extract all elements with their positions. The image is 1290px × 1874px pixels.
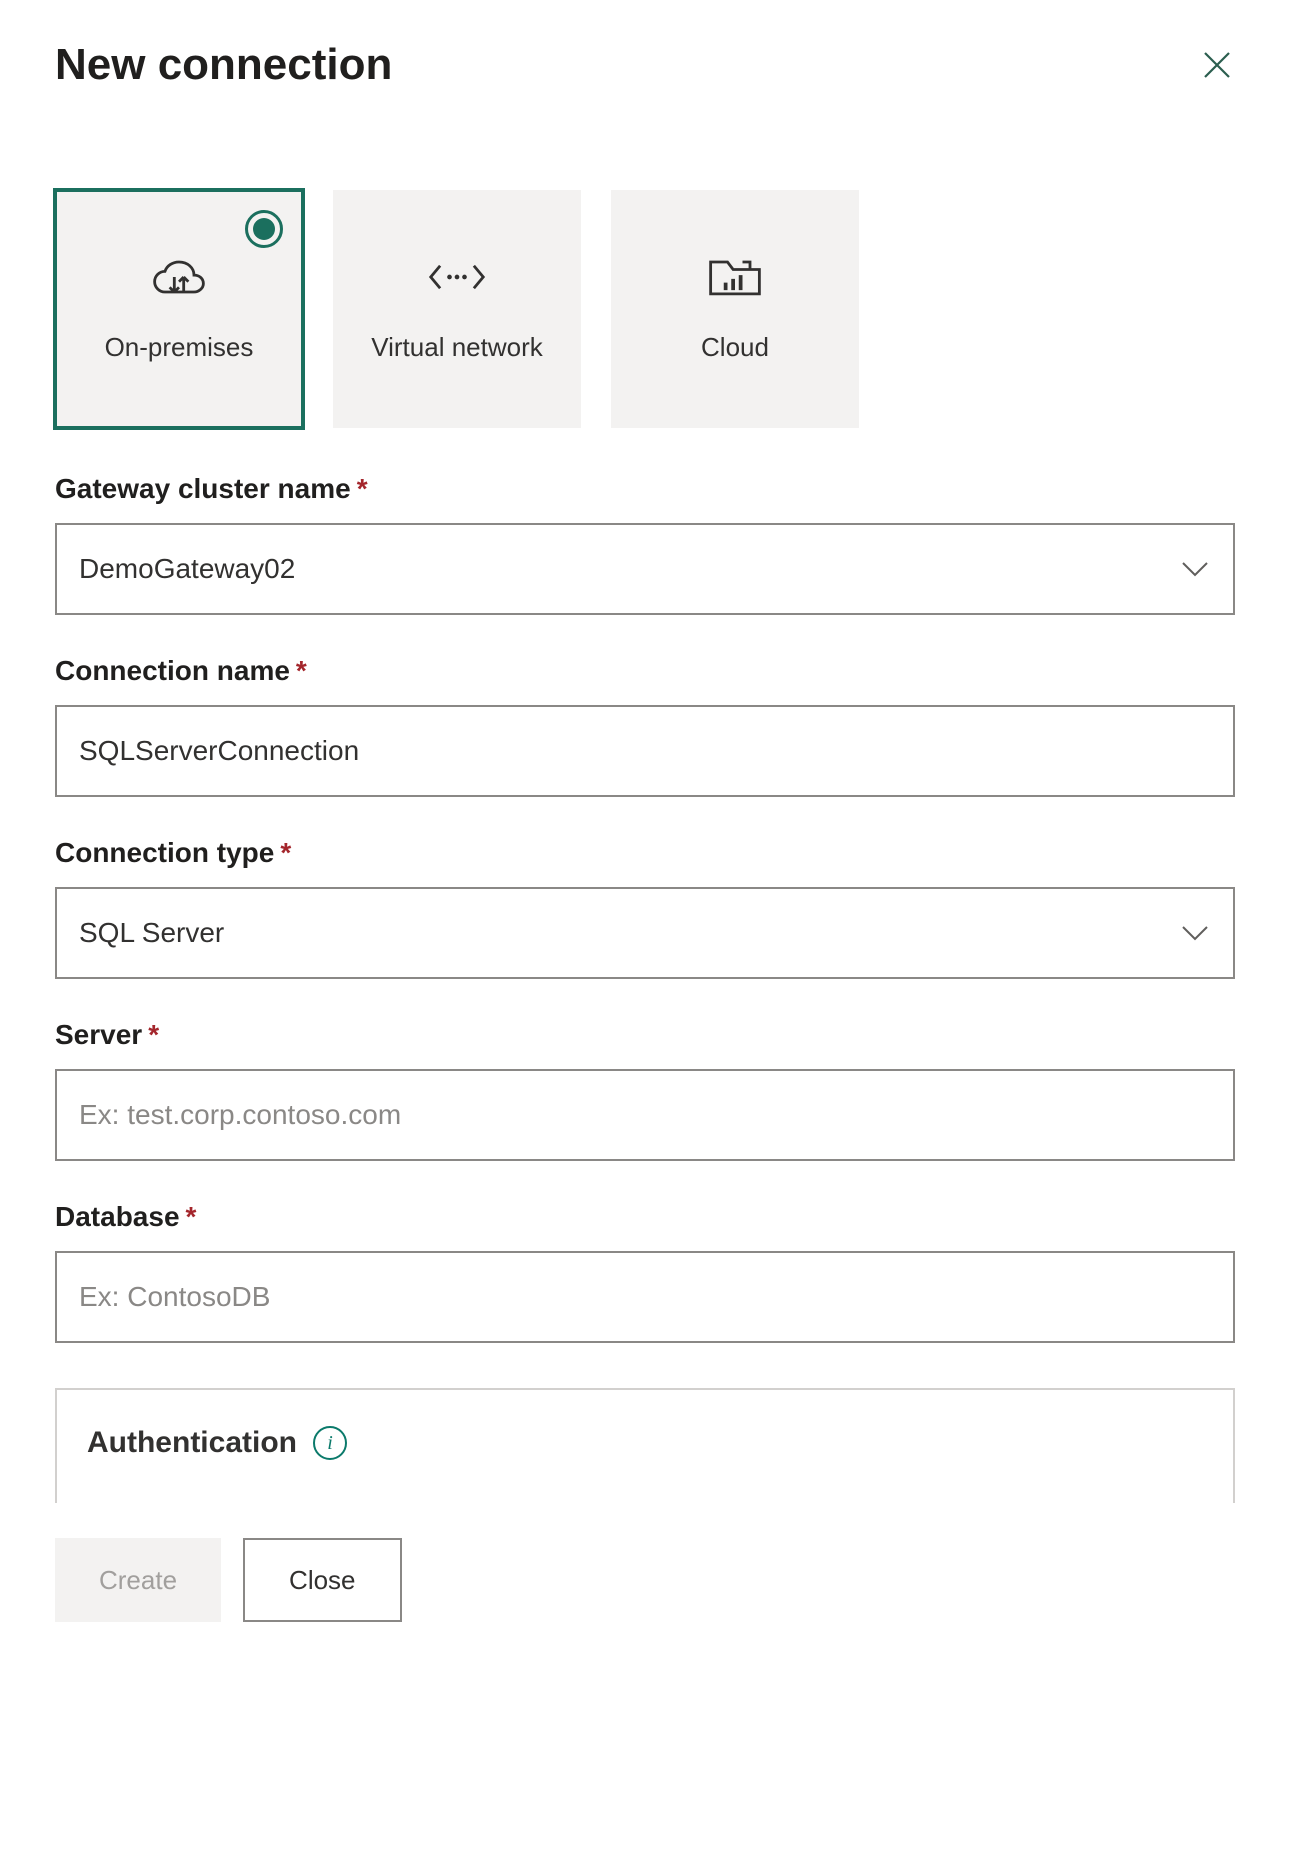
connection-type-label: Cloud — [701, 330, 769, 365]
radio-selected-icon — [245, 210, 283, 248]
network-icon — [427, 252, 487, 302]
authentication-section: Authentication i — [55, 1388, 1235, 1503]
connection-type-label: On-premises — [105, 330, 254, 365]
gateway-cluster-label: Gateway cluster name* — [55, 473, 1235, 505]
connection-type-virtual-network[interactable]: Virtual network — [333, 190, 581, 428]
database-input[interactable] — [55, 1251, 1235, 1343]
close-button[interactable]: Close — [243, 1538, 401, 1622]
create-button[interactable]: Create — [55, 1538, 221, 1622]
close-icon[interactable] — [1199, 47, 1235, 83]
connection-type-label-field: Connection type* — [55, 837, 1235, 869]
database-label: Database* — [55, 1201, 1235, 1233]
authentication-title: Authentication — [87, 1426, 297, 1460]
info-icon[interactable]: i — [313, 1426, 347, 1460]
connection-name-label: Connection name* — [55, 655, 1235, 687]
cloud-sync-icon — [149, 252, 209, 302]
page-title: New connection — [55, 40, 392, 90]
gateway-cluster-select[interactable]: DemoGateway02 — [55, 523, 1235, 615]
folder-chart-icon — [705, 252, 765, 302]
connection-type-label: Virtual network — [371, 330, 543, 365]
connection-name-input[interactable] — [55, 705, 1235, 797]
connection-type-selector: On-premises Virtual network Cloud — [55, 190, 1235, 428]
connection-type-on-premises[interactable]: On-premises — [55, 190, 303, 428]
server-input[interactable] — [55, 1069, 1235, 1161]
connection-type-cloud[interactable]: Cloud — [611, 190, 859, 428]
connection-type-select[interactable]: SQL Server — [55, 887, 1235, 979]
server-label: Server* — [55, 1019, 1235, 1051]
